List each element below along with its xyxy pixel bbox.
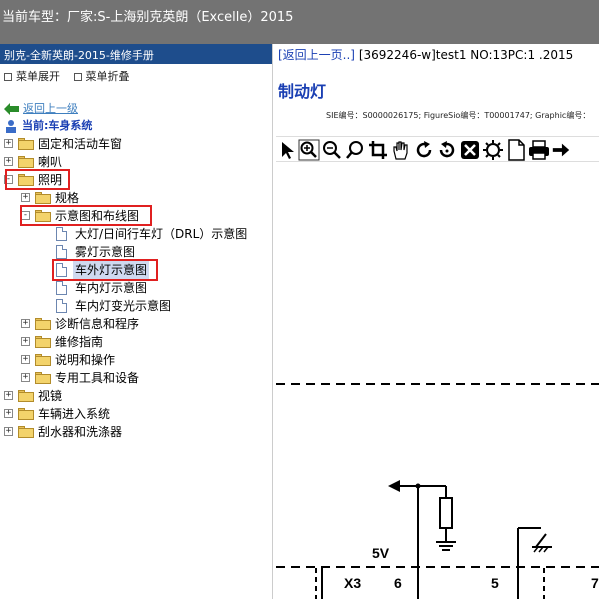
tree-item-label: 大灯/日间行车灯（DRL）示意图 <box>75 227 248 241</box>
rotate-left-icon[interactable] <box>436 139 458 161</box>
expand-icon[interactable]: + <box>21 373 30 382</box>
pin-label: 7 <box>591 575 599 591</box>
document-icon <box>56 281 67 295</box>
print-icon[interactable] <box>528 139 550 161</box>
document-icon <box>56 227 67 241</box>
user-icon <box>6 120 16 133</box>
folder-icon <box>18 156 34 168</box>
expand-icon[interactable]: + <box>21 355 30 364</box>
folder-icon <box>18 408 34 420</box>
document-ids: SIE编号：S0000026175; FigureSio编号：T00001747… <box>326 111 591 120</box>
document-icon <box>56 245 67 259</box>
tree-item-label: 专用工具和设备 <box>55 371 140 385</box>
manual-header: 别克-全新英朗-2015-维修手册 <box>0 44 272 64</box>
pointer-icon[interactable] <box>277 139 299 161</box>
crop-icon[interactable] <box>367 139 389 161</box>
resistor <box>439 497 453 529</box>
pin-label: 6 <box>394 575 402 591</box>
folder-icon <box>35 318 51 330</box>
expand-icon[interactable]: + <box>21 319 30 328</box>
tree-item-label: 刮水器和洗涤器 <box>38 425 123 439</box>
folder-icon <box>35 192 51 204</box>
tree-item[interactable]: + 维修指南 <box>0 333 273 351</box>
viewer-toolbar <box>276 136 599 162</box>
tree-item[interactable]: 车内灯示意图 <box>0 279 273 297</box>
menu-toolbar: 菜单展开 菜单折叠 <box>0 64 272 86</box>
folder-icon <box>35 336 51 348</box>
tree-item-label: 车辆进入系统 <box>38 407 111 421</box>
highlight-box <box>5 169 70 190</box>
collapse-menu-button[interactable]: 菜单折叠 <box>73 70 130 83</box>
tree-item[interactable]: 大灯/日间行车灯（DRL）示意图 <box>0 225 273 243</box>
folder-icon <box>18 138 34 150</box>
page-icon[interactable] <box>505 139 527 161</box>
zoom-box-icon[interactable] <box>298 139 320 161</box>
document-icon <box>56 299 67 313</box>
tree-item-label: 车内灯变光示意图 <box>75 299 172 313</box>
tree-item-label: 维修指南 <box>55 335 104 349</box>
folder-icon <box>35 354 51 366</box>
tree-item-label: 车内灯示意图 <box>75 281 148 295</box>
expand-icon[interactable]: + <box>4 427 13 436</box>
rotate-right-icon[interactable] <box>413 139 435 161</box>
tree-item[interactable]: 车内灯变光示意图 <box>0 297 273 315</box>
expand-icon[interactable]: + <box>21 193 30 202</box>
tree-item[interactable]: + 车辆进入系统 <box>0 405 273 423</box>
voltage-label: 5V <box>372 545 390 561</box>
fit-icon[interactable] <box>459 139 481 161</box>
square-icon <box>4 73 12 81</box>
pan-hand-icon[interactable] <box>390 139 412 161</box>
document-id: [3692246-w]test1 NO:13PC:1 .2015 <box>358 48 574 62</box>
title-text: 当前车型：厂家:S-上海别克英朗（Excelle）2015 <box>2 10 294 25</box>
signal-arrow <box>388 480 400 492</box>
tree-item[interactable]: + 诊断信息和程序 <box>0 315 273 333</box>
highlight-box <box>20 205 152 226</box>
expand-icon[interactable]: + <box>4 409 13 418</box>
folder-icon <box>18 390 34 402</box>
tree-item-label: 诊断信息和程序 <box>55 317 140 331</box>
tree-item-label: 说明和操作 <box>55 353 116 367</box>
navigation-panel: 别克-全新英朗-2015-维修手册 菜单展开 菜单折叠 返回上一级 当前:车身系… <box>0 44 273 599</box>
expand-menu-button[interactable]: 菜单展开 <box>4 70 60 83</box>
folder-icon <box>18 426 34 438</box>
content-top-bar: [返回上一页..] [3692246-w]test1 NO:13PC:1 .20… <box>276 44 599 64</box>
search-icon[interactable] <box>344 139 366 161</box>
settings-icon[interactable] <box>482 139 504 161</box>
page-title: 制动灯 <box>278 82 327 101</box>
tree-item[interactable]: + 固定和活动车窗 <box>0 135 273 153</box>
tree-item[interactable]: + 视镜 <box>0 387 273 405</box>
tree-item[interactable]: + 专用工具和设备 <box>0 369 273 387</box>
zoom-out-icon[interactable] <box>321 139 343 161</box>
content-panel: [返回上一页..] [3692246-w]test1 NO:13PC:1 .20… <box>276 44 599 599</box>
tree-item-label: 视镜 <box>38 389 63 403</box>
expand-icon[interactable]: + <box>4 139 13 148</box>
square-icon <box>73 73 82 81</box>
connector-label: X3 <box>344 575 361 591</box>
folder-icon <box>35 372 51 384</box>
tree-item-label: 固定和活动车窗 <box>38 137 123 151</box>
window-title-bar: 当前车型：厂家:S-上海别克英朗（Excelle）2015 <box>0 0 599 44</box>
tree-item[interactable]: + 刮水器和洗涤器 <box>0 423 273 441</box>
expand-icon[interactable]: + <box>4 391 13 400</box>
next-icon[interactable] <box>551 139 571 161</box>
expand-icon[interactable]: + <box>4 157 13 166</box>
highlight-box <box>52 259 158 281</box>
pin-label: 5 <box>491 575 499 591</box>
wiring-diagram: 5V X3 6 5 7 <box>276 383 599 599</box>
tree-item[interactable]: + 说明和操作 <box>0 351 273 369</box>
back-arrow-icon <box>4 103 19 115</box>
expand-icon[interactable]: + <box>21 337 30 346</box>
back-page-link[interactable]: [返回上一页..] <box>278 48 355 62</box>
